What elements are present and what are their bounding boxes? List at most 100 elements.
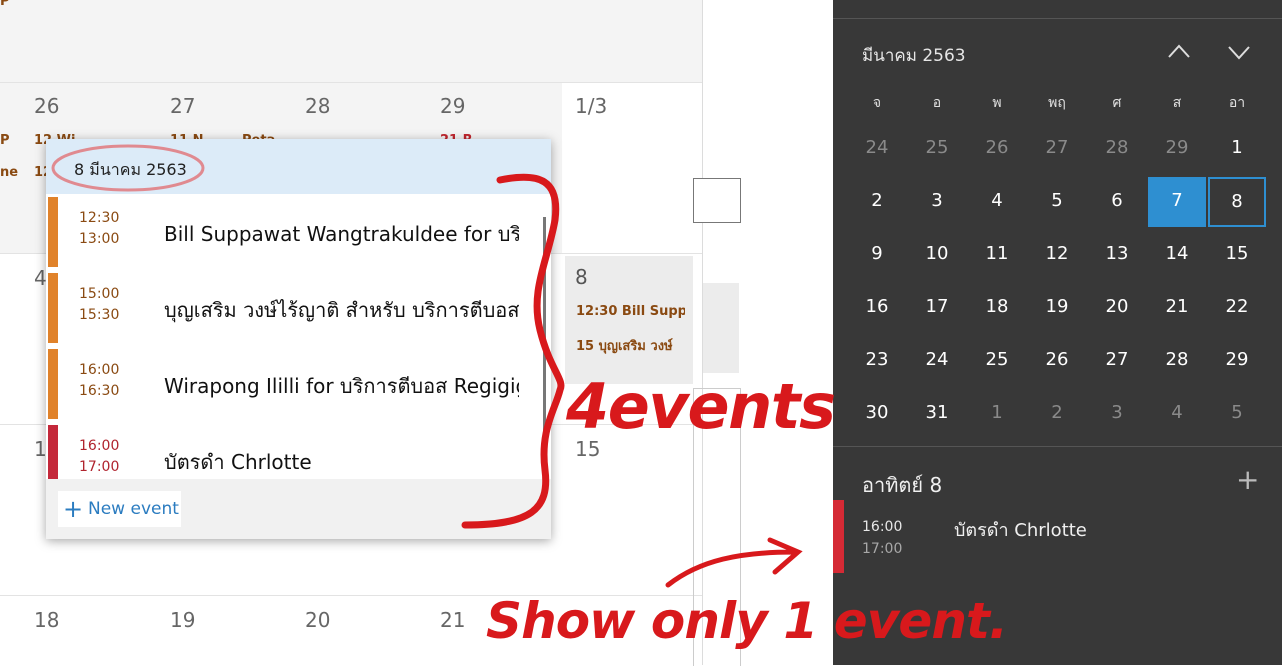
agenda-end: 17:00	[862, 541, 903, 557]
mini-cal-day[interactable]: 4	[1148, 389, 1206, 439]
mini-cal-day[interactable]: 4	[968, 177, 1026, 227]
event-title: Bill Suppawat Wangtrakuldee for บริ	[164, 222, 519, 246]
day-number[interactable]: 28	[305, 94, 330, 118]
event-color-bar	[48, 273, 58, 343]
cell-bg	[703, 283, 739, 373]
day-number[interactable]: 27	[170, 94, 195, 118]
mini-cal-day[interactable]: 21	[1148, 283, 1206, 333]
mini-cal-day[interactable]: 1	[968, 389, 1026, 439]
event-title: Wirapong Ililli for บริการตีบอส Regigig	[164, 374, 519, 398]
mini-cal-day[interactable]: 26	[968, 124, 1026, 174]
mini-cal-day[interactable]: 24	[908, 336, 966, 386]
new-event-label: New event	[88, 499, 179, 519]
day-event[interactable]: 12:30 Bill Suppa	[576, 304, 685, 319]
event-fragment[interactable]: ne	[0, 165, 18, 180]
mini-cal-day[interactable]: 12	[1028, 230, 1086, 280]
day-number[interactable]: 26	[34, 94, 59, 118]
mini-cal-day[interactable]: 3	[908, 177, 966, 227]
content-gap	[693, 0, 833, 666]
agenda-title: อาทิตย์ 8	[862, 473, 943, 497]
mini-cal-day[interactable]: 17	[908, 283, 966, 333]
mini-cal-day[interactable]: 28	[1088, 124, 1146, 174]
day-number[interactable]: 21	[440, 608, 465, 632]
mini-cal-day[interactable]: 11	[968, 230, 1026, 280]
day-event[interactable]: 15 บุญเสริม วงษ์	[576, 335, 685, 356]
mini-cal-day[interactable]: 2	[848, 177, 906, 227]
flyout-header: 8 มีนาคม 2563	[46, 139, 551, 194]
event-end: 16:30	[79, 383, 120, 399]
mini-cal-day[interactable]: 5	[1208, 389, 1266, 439]
event-fragment[interactable]: P	[0, 133, 10, 148]
mini-cal-day[interactable]: 19	[1028, 283, 1086, 333]
event-start: 15:00	[79, 286, 120, 302]
mini-cal-day[interactable]: 27	[1028, 124, 1086, 174]
mini-cal-day[interactable]: 29	[1208, 336, 1266, 386]
mini-cal-day[interactable]: 29	[1148, 124, 1206, 174]
chevron-up-icon[interactable]	[1167, 43, 1191, 59]
event-title: บุญเสริม วงษ์ไร้ญาติ สำหรับ บริการตีบอส …	[164, 298, 519, 322]
event-color-bar	[48, 425, 58, 479]
mini-cal-day[interactable]: 26	[1028, 336, 1086, 386]
mini-cal-day[interactable]: 22	[1208, 283, 1266, 333]
mini-cal-day[interactable]: 10	[908, 230, 966, 280]
day-number[interactable]: 1/3	[575, 94, 607, 118]
flyout-event-row[interactable]: 12:30 13:00 Bill Suppawat Wangtrakuldee …	[46, 194, 526, 267]
day-number[interactable]: 18	[34, 608, 59, 632]
mini-cal-day[interactable]: 28	[1148, 336, 1206, 386]
event-time: 12:30 13:00	[79, 208, 119, 250]
mini-cal-day[interactable]: 5	[1028, 177, 1086, 227]
mini-cal-day[interactable]: 25	[908, 124, 966, 174]
day-number[interactable]: 15	[575, 437, 600, 461]
mini-cal-day[interactable]: 18	[968, 283, 1026, 333]
agenda-event-title[interactable]: บัตรดำ Chrlotte	[954, 515, 1087, 544]
mini-cal-day[interactable]: 3	[1088, 389, 1146, 439]
day-number[interactable]: 20	[305, 608, 330, 632]
event-fragment[interactable]: P	[0, 0, 10, 9]
new-event-button[interactable]: + New event	[58, 491, 181, 527]
mini-cal-day[interactable]: 2	[1028, 389, 1086, 439]
agenda-event-bar	[833, 500, 844, 573]
day-cell-8[interactable]: 8 12:30 Bill Suppa 15 บุญเสริม วงษ์	[565, 256, 693, 384]
day-events-flyout: 8 มีนาคม 2563 12:30 13:00 Bill Suppawat …	[46, 139, 551, 539]
mini-cal-day-today[interactable]: 8	[1208, 177, 1266, 227]
day-number[interactable]: 4	[34, 266, 47, 290]
agenda-start: 16:00	[862, 519, 903, 535]
event-start: 16:00	[79, 438, 120, 454]
mini-cal-day[interactable]: 25	[968, 336, 1026, 386]
day-number[interactable]: 19	[170, 608, 195, 632]
mini-cal-day[interactable]: 31	[908, 389, 966, 439]
mini-cal-day[interactable]: 1	[1208, 124, 1266, 174]
day-number[interactable]: 29	[440, 94, 465, 118]
mini-cal-day[interactable]: 16	[848, 283, 906, 333]
mini-cal-day[interactable]: 13	[1088, 230, 1146, 280]
flyout-event-row[interactable]: 16:00 17:00 บัตรดำ Chrlotte	[46, 422, 526, 479]
cell-outline	[693, 388, 741, 666]
mini-cal-day[interactable]: 6	[1088, 177, 1146, 227]
mini-cal-day[interactable]: 24	[848, 124, 906, 174]
event-end: 17:00	[79, 459, 120, 475]
month-label[interactable]: มีนาคม 2563	[862, 42, 966, 69]
flyout-event-row[interactable]: 16:00 16:30 Wirapong Ililli for บริการตี…	[46, 346, 526, 419]
mini-cal-day[interactable]: 14	[1148, 230, 1206, 280]
mini-cal-day[interactable]: 27	[1088, 336, 1146, 386]
flyout-scrollbar[interactable]	[543, 217, 546, 442]
day-number: 8	[575, 265, 588, 289]
flyout-event-row[interactable]: 15:00 15:30 บุญเสริม วงษ์ไร้ญาติ สำหรับ …	[46, 270, 526, 343]
mini-cal-day-selected[interactable]: 7	[1148, 177, 1206, 227]
mini-cal-day[interactable]: 23	[848, 336, 906, 386]
event-time: 16:00 17:00	[79, 436, 119, 478]
weekday-label: อ	[932, 95, 942, 111]
row-divider	[0, 82, 702, 83]
chevron-down-icon[interactable]	[1227, 45, 1251, 61]
add-event-icon[interactable]: +	[1236, 463, 1259, 496]
mini-cal-day[interactable]: 20	[1088, 283, 1146, 333]
mini-cal-day[interactable]: 9	[848, 230, 906, 280]
hidden-input[interactable]	[693, 178, 741, 223]
event-end: 13:00	[79, 231, 120, 247]
weekday-label: ศ	[1112, 95, 1122, 111]
agenda-event-time: 16:00 17:00	[862, 516, 902, 560]
weekday-label: อา	[1228, 95, 1246, 111]
mini-cal-day[interactable]: 30	[848, 389, 906, 439]
weekday-label: พ	[992, 95, 1002, 111]
mini-cal-day[interactable]: 15	[1208, 230, 1266, 280]
